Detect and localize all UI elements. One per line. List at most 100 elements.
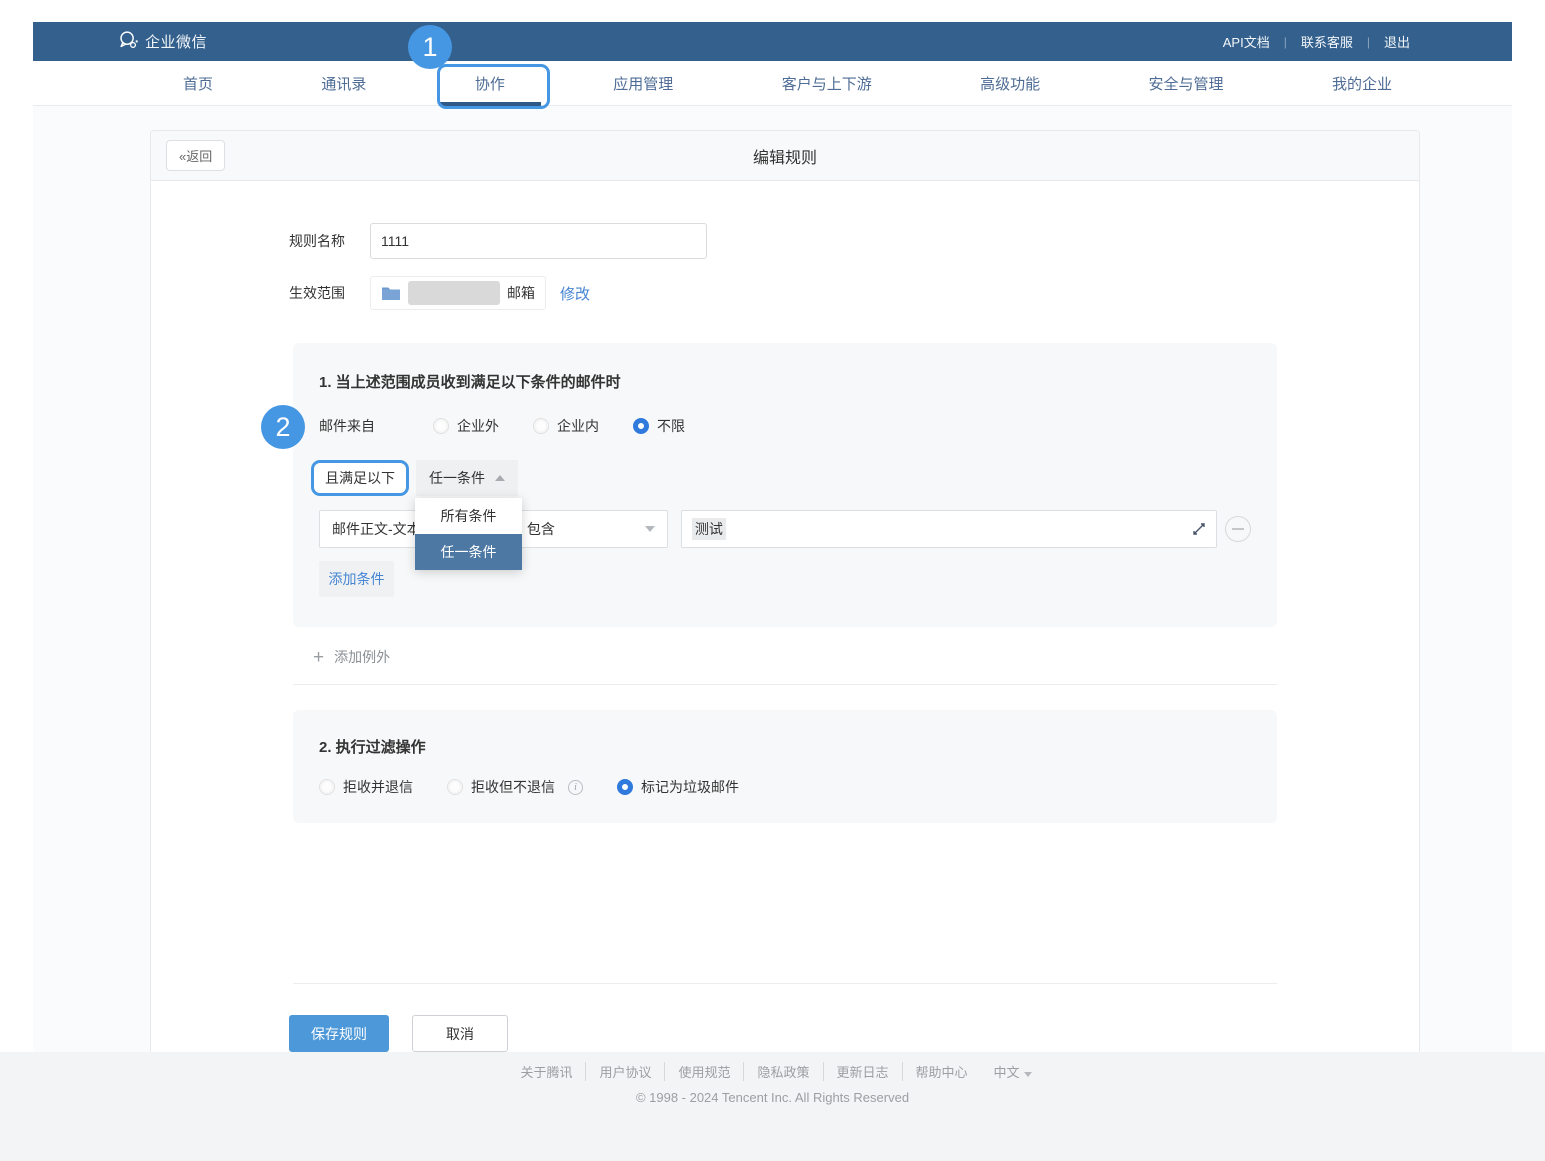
add-condition-button[interactable]: 添加条件 (319, 561, 394, 597)
nav-item-my-company[interactable]: 我的企业 (1332, 61, 1392, 106)
rule-name-row: 规则名称 (289, 223, 1419, 259)
radio-unselected-icon[interactable] (433, 418, 449, 434)
add-exception-link[interactable]: + 添加例外 (313, 647, 1419, 667)
expand-icon[interactable] (1192, 522, 1206, 536)
nav-item-home[interactable]: 首页 (183, 61, 213, 106)
match-mode-select-wrap: 任一条件 所有条件 任一条件 (409, 460, 518, 496)
action-section-panel: 2. 执行过滤操作 拒收并退信 拒收但不退信 i (293, 710, 1277, 823)
step2-badge: 2 (261, 405, 305, 449)
footer-link-usage-rules[interactable]: 使用规范 (665, 1062, 744, 1081)
add-exception-label: 添加例外 (334, 647, 390, 667)
cancel-button[interactable]: 取消 (412, 1015, 508, 1052)
nav-item-collaboration[interactable]: 协作 (475, 61, 505, 106)
mail-from-option-external-label: 企业外 (457, 416, 499, 436)
condition-section-heading: 1. 当上述范围成员收到满足以下条件的邮件时 (319, 371, 1251, 392)
mail-from-option-unlimited[interactable]: 不限 (633, 416, 685, 436)
nav-item-app-management[interactable]: 应用管理 (613, 61, 673, 106)
folder-icon (381, 285, 401, 301)
condition-operator-select[interactable]: 包含 (514, 510, 668, 548)
footer-language-label: 中文 (994, 1065, 1020, 1080)
topbar-link-contact-support[interactable]: 联系客服 (1287, 32, 1367, 51)
mail-from-row: 邮件来自 企业外 企业内 不限 (319, 416, 1251, 436)
footer-link-user-agreement[interactable]: 用户协议 (586, 1062, 665, 1081)
nav-item-customers[interactable]: 客户与上下游 (782, 61, 872, 106)
rule-name-input[interactable] (370, 223, 707, 259)
radio-unselected-icon[interactable] (533, 418, 549, 434)
action-buttons-row: 保存规则 取消 (289, 1015, 1419, 1052)
scope-name-redacted (408, 281, 500, 305)
action-section-heading: 2. 执行过滤操作 (319, 736, 1251, 757)
radio-unselected-icon[interactable] (447, 779, 463, 795)
main-nav: 首页 通讯录 协作 应用管理 客户与上下游 高级功能 安全与管理 我的企业 (33, 61, 1512, 106)
wework-logo-text: 企业微信 (145, 31, 207, 52)
radio-selected-icon[interactable] (633, 418, 649, 434)
content-area: «返回 编辑规则 规则名称 生效范围 (33, 106, 1512, 1112)
scope-suffix: 邮箱 (507, 283, 535, 303)
topbar: 企业微信 API文档 | 联系客服 | 退出 (33, 22, 1512, 61)
match-mode-dropdown-trigger[interactable]: 任一条件 (416, 460, 518, 496)
card-body: 规则名称 生效范围 邮箱 (151, 181, 1419, 1083)
condition-value-text: 测试 (692, 518, 726, 540)
wework-logo[interactable]: 企业微信 (117, 29, 207, 55)
plus-icon: + (313, 648, 324, 667)
footer-link-privacy-policy[interactable]: 隐私政策 (744, 1062, 823, 1081)
action-option-reject-silent[interactable]: 拒收但不退信 i (447, 777, 583, 797)
chevron-down-icon (1024, 1072, 1032, 1077)
topbar-links: API文档 | 联系客服 | 退出 (1209, 32, 1424, 51)
scope-row: 生效范围 邮箱 修改 (289, 276, 1419, 310)
action-option-reject-bounce[interactable]: 拒收并退信 (319, 777, 413, 797)
footer-copyright: © 1998 - 2024 Tencent Inc. All Rights Re… (0, 1090, 1545, 1105)
filter-action-row: 拒收并退信 拒收但不退信 i 标记为垃圾邮件 (319, 777, 1251, 797)
scope-label: 生效范围 (289, 283, 370, 303)
bottom-divider (293, 983, 1277, 984)
radio-selected-icon[interactable] (617, 779, 633, 795)
mail-from-option-unlimited-label: 不限 (657, 416, 685, 436)
dropdown-option-all-conditions[interactable]: 所有条件 (415, 498, 522, 534)
condition-section-panel: 1. 当上述范围成员收到满足以下条件的邮件时 邮件来自 企业外 企业内 (293, 343, 1277, 627)
mail-from-option-external[interactable]: 企业外 (433, 416, 499, 436)
topbar-link-api-docs[interactable]: API文档 (1209, 32, 1284, 51)
footer-links: 关于腾讯 用户协议 使用规范 隐私政策 更新日志 帮助中心 中文 (507, 1062, 1037, 1081)
info-icon[interactable]: i (568, 780, 583, 795)
condition-field-value: 邮件正文-文本 (332, 519, 421, 539)
match-mode-selected-value: 任一条件 (429, 468, 485, 488)
mail-from-option-internal-label: 企业内 (557, 416, 599, 436)
action-option-reject-bounce-label: 拒收并退信 (343, 777, 413, 797)
page-footer: 关于腾讯 用户协议 使用规范 隐私政策 更新日志 帮助中心 中文 © 1998 … (0, 1052, 1545, 1161)
mail-from-label: 邮件来自 (319, 416, 383, 436)
back-button[interactable]: «返回 (166, 140, 225, 171)
topbar-link-logout[interactable]: 退出 (1370, 32, 1424, 51)
action-option-reject-silent-label: 拒收但不退信 (471, 777, 555, 797)
action-option-mark-spam[interactable]: 标记为垃圾邮件 (617, 777, 739, 797)
footer-link-help-center[interactable]: 帮助中心 (903, 1062, 981, 1081)
remove-condition-icon[interactable] (1225, 516, 1251, 542)
chevron-down-icon (645, 526, 655, 532)
section-divider (293, 684, 1277, 685)
save-rule-button[interactable]: 保存规则 (289, 1015, 389, 1052)
radio-unselected-icon[interactable] (319, 779, 335, 795)
footer-link-changelog[interactable]: 更新日志 (824, 1062, 903, 1081)
match-prefix-label: 且满足以下 (311, 460, 409, 496)
edit-rule-card: «返回 编辑规则 规则名称 生效范围 (150, 130, 1420, 1084)
footer-language-selector[interactable]: 中文 (981, 1062, 1038, 1081)
match-mode-row: 且满足以下 任一条件 所有条件 任一条件 (311, 460, 1251, 496)
match-mode-dropdown-menu: 所有条件 任一条件 (415, 498, 522, 570)
card-header: «返回 编辑规则 (151, 131, 1419, 181)
nav-item-advanced-features[interactable]: 高级功能 (980, 61, 1040, 106)
dropdown-option-any-condition[interactable]: 任一条件 (415, 534, 522, 570)
condition-operator-value: 包含 (527, 519, 555, 539)
footer-link-about[interactable]: 关于腾讯 (507, 1062, 586, 1081)
nav-item-security-management[interactable]: 安全与管理 (1149, 61, 1224, 106)
scope-edit-link[interactable]: 修改 (560, 283, 590, 304)
rule-name-label: 规则名称 (289, 231, 370, 251)
nav-item-contacts[interactable]: 通讯录 (321, 61, 366, 106)
chevron-up-icon (495, 475, 505, 481)
mail-from-option-internal[interactable]: 企业内 (533, 416, 599, 436)
action-option-mark-spam-label: 标记为垃圾邮件 (641, 777, 739, 797)
page-title: 编辑规则 (753, 144, 817, 168)
scope-value-box: 邮箱 (370, 276, 546, 310)
site-container: 企业微信 API文档 | 联系客服 | 退出 首页 通讯录 协作 应用管理 客户… (33, 0, 1512, 1112)
step1-badge: 1 (408, 25, 452, 69)
condition-value-input[interactable]: 测试 (681, 510, 1217, 548)
wework-logo-icon (117, 29, 139, 55)
